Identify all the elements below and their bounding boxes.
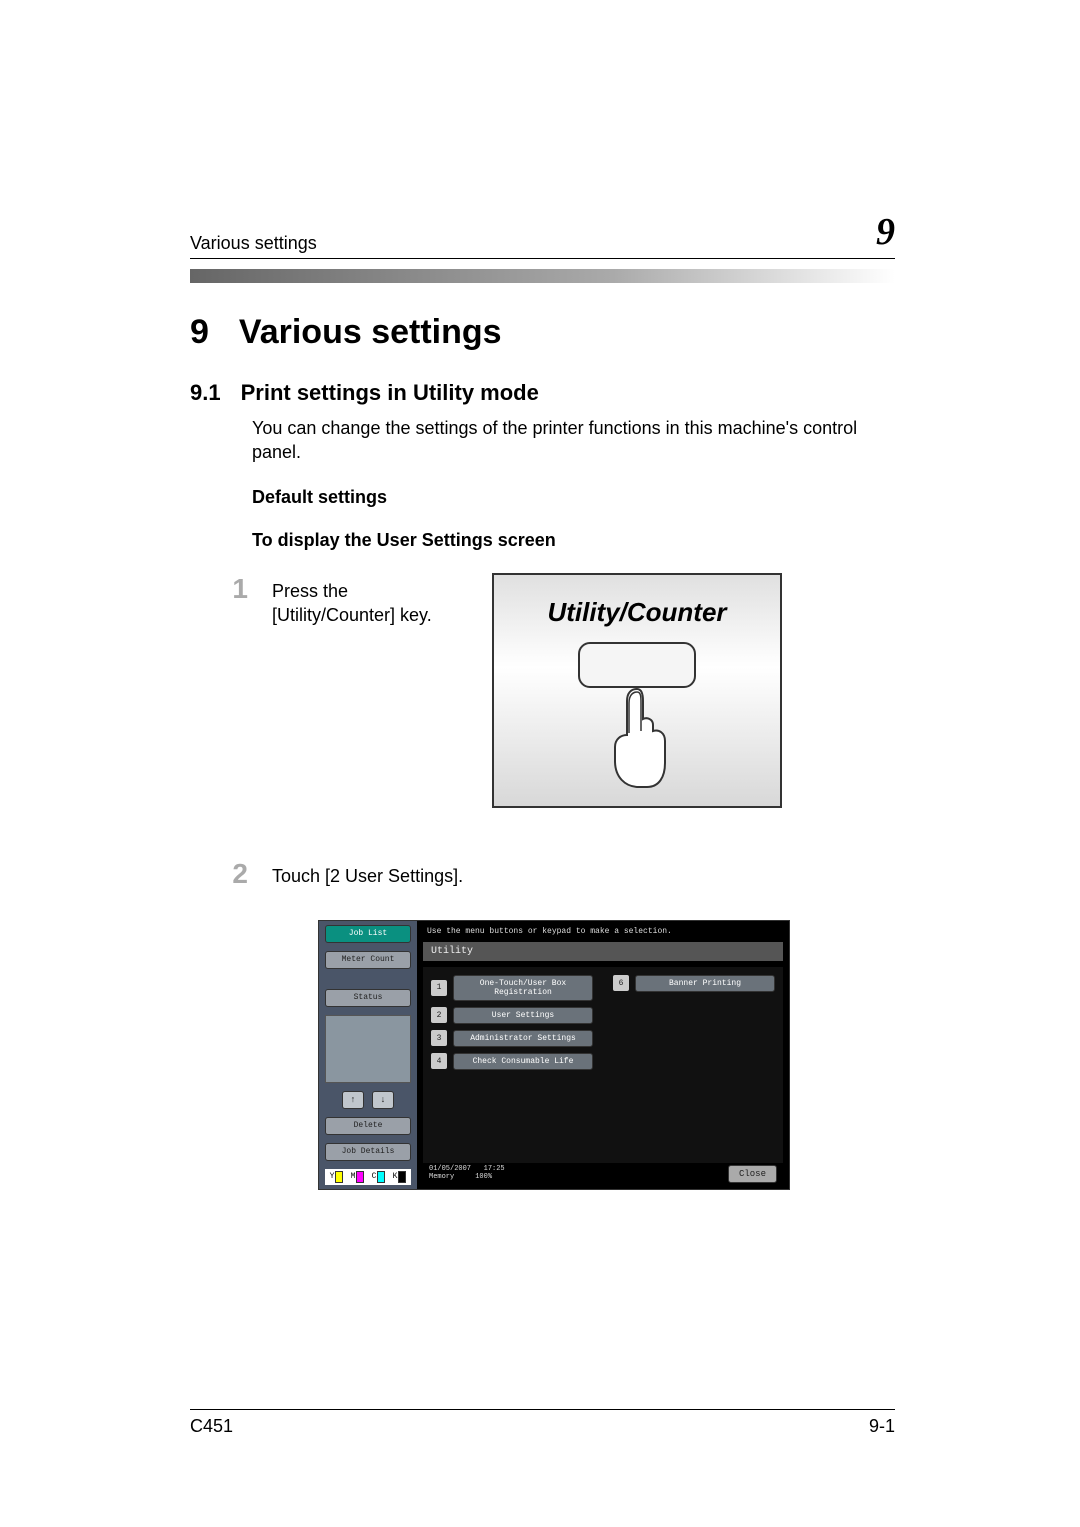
toner-levels-ymck: Y M C K [325,1169,411,1185]
menu-num-3: 3 [431,1030,447,1046]
utility-screen-screenshot: Job List Meter Count Status ↑ ↓ Delete J… [318,920,895,1190]
header-gradient-bar [190,269,895,283]
close-button[interactable]: Close [728,1165,777,1183]
section-number: 9.1 [190,380,221,406]
menu-consumable-life-button[interactable]: Check Consumable Life [453,1053,593,1070]
job-list-button[interactable]: Job List [325,925,411,943]
meter-count-button[interactable]: Meter Count [325,951,411,969]
delete-button[interactable]: Delete [325,1117,411,1135]
menu-num-6: 6 [613,975,629,991]
menu-admin-settings-button[interactable]: Administrator Settings [453,1030,593,1047]
menu-banner-printing-button[interactable]: Banner Printing [635,975,775,992]
intro-paragraph: You can change the settings of the print… [252,416,895,465]
header-chapter-num: 9 [876,210,895,254]
subheading-default-settings: Default settings [252,487,895,508]
utility-counter-illustration: Utility/Counter [492,573,782,808]
step-2-number: 2 [226,858,248,890]
utility-title-bar: Utility [423,942,783,961]
chapter-heading: 9 Various settings [190,313,895,352]
screenshot-sidebar: Job List Meter Count Status ↑ ↓ Delete J… [319,921,417,1189]
job-details-button[interactable]: Job Details [325,1143,411,1161]
scroll-down-button[interactable]: ↓ [372,1091,394,1109]
footer-model: C451 [190,1416,233,1437]
step-2-text: Touch [2 User Settings]. [272,858,463,888]
footer-page-number: 9-1 [869,1416,895,1437]
menu-one-touch-button[interactable]: One-Touch/User Box Registration [453,975,593,1001]
sidebar-job-list-area [325,1015,411,1083]
step-1-number: 1 [226,573,248,628]
menu-user-settings-button[interactable]: User Settings [453,1007,593,1024]
page-header: Various settings 9 [190,210,895,259]
screenshot-main: Use the menu buttons or keypad to make a… [417,921,789,1189]
menu-num-1: 1 [431,980,447,996]
step-1-text: Press the [Utility/Counter] key. [272,573,472,628]
section-title: Print settings in Utility mode [241,380,539,406]
finger-icon [601,681,673,796]
header-left-text: Various settings [190,233,317,254]
subheading-display-user-settings: To display the User Settings screen [252,530,895,551]
screen-hint-text: Use the menu buttons or keypad to make a… [427,927,779,936]
menu-num-4: 4 [431,1053,447,1069]
scroll-up-button[interactable]: ↑ [342,1091,364,1109]
page-footer: C451 9-1 [190,1409,895,1437]
chapter-title: Various settings [239,313,502,352]
chapter-number: 9 [190,313,209,352]
section-heading: 9.1 Print settings in Utility mode [190,380,895,406]
utility-counter-label: Utility/Counter [547,597,726,628]
screen-footer-datetime: 01/05/2007 17:25 Memory 100% [429,1166,505,1181]
status-button[interactable]: Status [325,989,411,1007]
menu-num-2: 2 [431,1007,447,1023]
